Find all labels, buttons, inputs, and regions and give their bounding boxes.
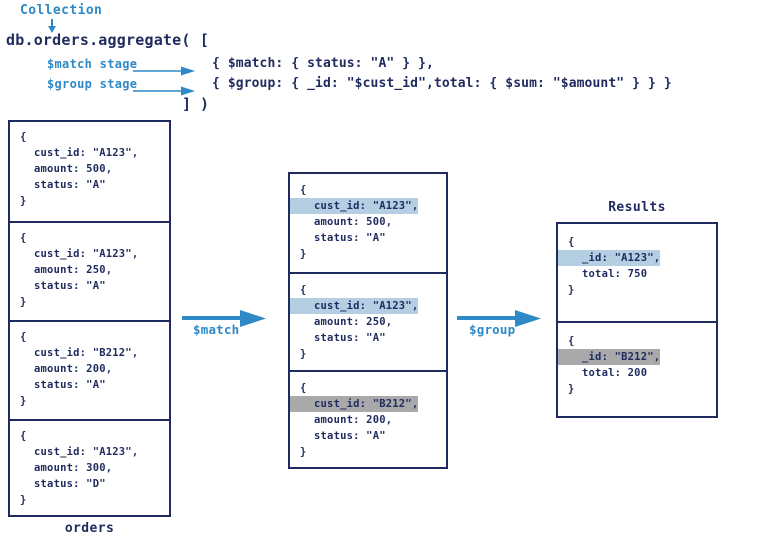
arrow-right-icon [133, 61, 195, 80]
list-item: { cust_id: "A123", amount: 250, status: … [290, 272, 446, 370]
list-item: { _id: "A123", total: 750 } [558, 224, 716, 321]
highlight-cust-id: cust_id: "A123", [290, 198, 419, 214]
doc-close-brace: } [20, 296, 27, 308]
highlight-cust-id: cust_id: "A123", [290, 298, 419, 314]
doc-field-status: status: "A" [34, 379, 106, 391]
code-line-close: ] ) [182, 95, 210, 113]
group-stage-arrow-label: $group [469, 322, 516, 337]
doc-field-id-highlighted: _id: "B212", [558, 349, 716, 365]
doc-field-total: total: 200 [582, 367, 648, 379]
doc-field-amount: amount: 500, [34, 163, 113, 175]
group-stage-label: $group stage [47, 77, 138, 91]
doc-field-cust-id: cust_id: "A123", [34, 248, 139, 260]
list-item: { cust_id: "A123", amount: 500, status: … [290, 174, 446, 272]
doc-open-brace: { [20, 331, 27, 343]
doc-field-cust-id: cust_id: "A123", [34, 147, 139, 159]
doc-open-brace: { [20, 232, 27, 244]
doc-open-brace: { [20, 131, 27, 143]
results-box: { _id: "A123", total: 750 } { _id: "B212… [556, 222, 718, 418]
doc-field-amount: amount: 500, [314, 216, 393, 228]
doc-field-amount: amount: 300, [34, 462, 113, 474]
doc-field-cust-id: cust_id: "A123", [34, 446, 139, 458]
list-item: { cust_id: "A123", amount: 250, status: … [10, 221, 169, 320]
doc-close-brace: } [20, 195, 27, 207]
doc-field-status: status: "A" [314, 332, 386, 344]
doc-open-brace: { [300, 184, 307, 196]
doc-open-brace: { [300, 382, 307, 394]
highlight-cust-id: cust_id: "B212", [290, 396, 419, 412]
highlight-id: _id: "A123", [558, 250, 661, 266]
doc-field-amount: amount: 250, [314, 316, 393, 328]
orders-collection-caption: orders [64, 521, 115, 536]
match-stage-label: $match stage [47, 57, 138, 71]
doc-close-brace: } [568, 284, 575, 296]
list-item: { cust_id: "A123", amount: 500, status: … [10, 122, 169, 221]
match-stage-output-box: { cust_id: "A123", amount: 500, status: … [288, 172, 448, 469]
doc-open-brace: { [568, 335, 575, 347]
doc-field-status: status: "A" [34, 179, 106, 191]
doc-close-brace: } [568, 383, 575, 395]
doc-field-status: status: "D" [34, 478, 106, 490]
doc-close-brace: } [300, 348, 307, 360]
doc-open-brace: { [568, 236, 575, 248]
doc-field-amount: amount: 200, [314, 414, 393, 426]
collection-label: Collection [20, 3, 103, 18]
doc-field-cust-id-highlighted: cust_id: "A123", [290, 298, 446, 314]
doc-field-id-highlighted: _id: "A123", [558, 250, 716, 266]
doc-field-status: status: "A" [314, 430, 386, 442]
list-item: { cust_id: "B212", amount: 200, status: … [290, 370, 446, 467]
doc-field-total: total: 750 [582, 268, 648, 280]
doc-close-brace: } [300, 248, 307, 260]
list-item: { cust_id: "B212", amount: 200, status: … [10, 320, 169, 419]
results-caption: Results [608, 200, 666, 215]
doc-close-brace: } [20, 395, 27, 407]
doc-close-brace: } [300, 446, 307, 458]
highlight-id: _id: "B212", [558, 349, 661, 365]
doc-open-brace: { [300, 284, 307, 296]
doc-field-amount: amount: 200, [34, 363, 113, 375]
doc-field-status: status: "A" [34, 280, 106, 292]
aggregation-pipeline-diagram: Collection db.orders.aggregate( [ $match… [0, 0, 760, 547]
list-item: { cust_id: "A123", amount: 300, status: … [10, 419, 169, 513]
orders-collection-box: { cust_id: "A123", amount: 500, status: … [8, 120, 171, 517]
doc-field-cust-id: cust_id: "B212", [34, 347, 139, 359]
doc-field-cust-id-highlighted: cust_id: "B212", [290, 396, 446, 412]
doc-open-brace: { [20, 430, 27, 442]
list-item: { _id: "B212", total: 200 } [558, 321, 716, 418]
doc-field-cust-id-highlighted: cust_id: "A123", [290, 198, 446, 214]
doc-field-amount: amount: 250, [34, 264, 113, 276]
doc-close-brace: } [20, 494, 27, 506]
code-line-group: { $group: { _id: "$cust_id",total: { $su… [212, 76, 672, 91]
code-line-match: { $match: { status: "A" } }, [212, 56, 434, 71]
doc-field-status: status: "A" [314, 232, 386, 244]
aggregate-call-text: db.orders.aggregate( [ [6, 31, 210, 49]
match-stage-arrow-label: $match [193, 322, 240, 337]
